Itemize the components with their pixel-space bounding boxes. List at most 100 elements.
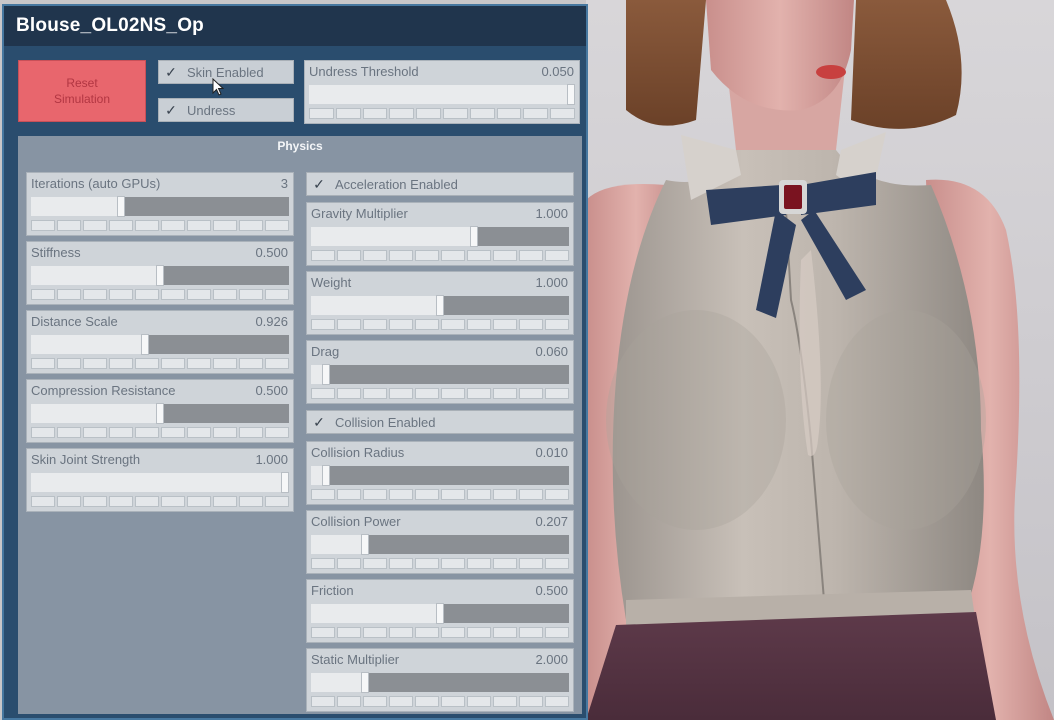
step-button[interactable] — [337, 319, 361, 330]
slider-drag[interactable]: Drag 0.060 — [306, 340, 574, 404]
step-button[interactable] — [363, 489, 387, 500]
slider-iterations-auto-gpus[interactable]: Iterations (auto GPUs) 3 — [26, 172, 294, 236]
step-button[interactable] — [83, 427, 107, 438]
step-button[interactable] — [57, 289, 81, 300]
step-button[interactable] — [311, 489, 335, 500]
step-button[interactable] — [363, 696, 387, 707]
step-button[interactable] — [519, 319, 543, 330]
step-button[interactable] — [57, 496, 81, 507]
slider-track[interactable] — [31, 265, 289, 286]
slider-weight[interactable]: Weight 1.000 — [306, 271, 574, 335]
step-button[interactable] — [493, 627, 517, 638]
step-button[interactable] — [519, 250, 543, 261]
step-button[interactable] — [441, 696, 465, 707]
step-button[interactable] — [550, 108, 575, 119]
step-button[interactable] — [523, 108, 549, 119]
step-button[interactable] — [545, 489, 569, 500]
step-button[interactable] — [109, 496, 133, 507]
step-button[interactable] — [363, 388, 387, 399]
step-button[interactable] — [467, 319, 491, 330]
slider-track[interactable] — [31, 334, 289, 355]
step-button[interactable] — [469, 108, 495, 119]
slider-handle[interactable] — [140, 334, 149, 355]
slider-handle[interactable] — [156, 265, 164, 286]
step-button[interactable] — [83, 358, 107, 369]
step-button[interactable] — [187, 358, 211, 369]
step-button[interactable] — [135, 496, 159, 507]
step-button[interactable] — [239, 289, 263, 300]
step-button[interactable] — [109, 358, 133, 369]
acceleration-enabled-toggle[interactable]: ✓ Acceleration Enabled — [306, 172, 574, 196]
slider-skin-joint-strength[interactable]: Skin Joint Strength 1.000 — [26, 448, 294, 512]
step-button[interactable] — [135, 220, 159, 231]
step-button[interactable] — [415, 627, 439, 638]
step-button[interactable] — [337, 388, 361, 399]
step-button[interactable] — [265, 496, 289, 507]
slider-track[interactable] — [31, 403, 289, 424]
step-button[interactable] — [389, 250, 413, 261]
step-button[interactable] — [415, 388, 439, 399]
step-button[interactable] — [493, 388, 517, 399]
step-button[interactable] — [187, 289, 211, 300]
slider-track[interactable] — [311, 226, 569, 247]
step-button[interactable] — [135, 289, 159, 300]
step-button[interactable] — [311, 558, 335, 569]
step-button[interactable] — [389, 388, 413, 399]
step-button[interactable] — [265, 289, 289, 300]
slider-distance-scale[interactable]: Distance Scale 0.926 — [26, 310, 294, 374]
slider-collision-radius[interactable]: Collision Radius 0.010 — [306, 441, 574, 505]
slider-track[interactable] — [311, 534, 569, 555]
slider-track[interactable] — [311, 465, 569, 486]
step-button[interactable] — [493, 319, 517, 330]
step-button[interactable] — [337, 558, 361, 569]
step-button[interactable] — [441, 250, 465, 261]
slider-compression-resistance[interactable]: Compression Resistance 0.500 — [26, 379, 294, 443]
step-button[interactable] — [545, 627, 569, 638]
step-button[interactable] — [363, 558, 387, 569]
step-button[interactable] — [415, 696, 439, 707]
step-button[interactable] — [389, 558, 413, 569]
step-button[interactable] — [213, 358, 237, 369]
step-button[interactable] — [467, 627, 491, 638]
step-button[interactable] — [467, 250, 491, 261]
step-button[interactable] — [545, 319, 569, 330]
slider-track[interactable] — [311, 364, 569, 385]
slider-friction[interactable]: Friction 0.500 — [306, 579, 574, 643]
undress-toggle[interactable]: ✓ Undress — [158, 98, 294, 122]
step-button[interactable] — [493, 250, 517, 261]
step-button[interactable] — [416, 108, 441, 119]
step-button[interactable] — [337, 489, 361, 500]
slider-handle[interactable] — [156, 403, 164, 424]
step-button[interactable] — [161, 358, 185, 369]
slider-handle[interactable] — [436, 603, 444, 624]
step-button[interactable] — [311, 388, 335, 399]
step-button[interactable] — [545, 696, 569, 707]
step-button[interactable] — [213, 220, 237, 231]
slider-collision-power[interactable]: Collision Power 0.207 — [306, 510, 574, 574]
step-button[interactable] — [415, 319, 439, 330]
step-button[interactable] — [31, 289, 55, 300]
step-button[interactable] — [363, 250, 387, 261]
undress-threshold-slider[interactable]: Undress Threshold 0.050 — [304, 60, 580, 124]
step-button[interactable] — [239, 358, 263, 369]
step-button[interactable] — [467, 696, 491, 707]
slider-handle[interactable] — [567, 84, 575, 105]
step-button[interactable] — [389, 489, 413, 500]
step-button[interactable] — [265, 220, 289, 231]
step-button[interactable] — [187, 220, 211, 231]
step-button[interactable] — [363, 319, 387, 330]
step-button[interactable] — [363, 627, 387, 638]
step-button[interactable] — [337, 696, 361, 707]
step-button[interactable] — [311, 627, 335, 638]
step-button[interactable] — [239, 427, 263, 438]
step-button[interactable] — [239, 220, 263, 231]
step-button[interactable] — [213, 496, 237, 507]
step-button[interactable] — [467, 558, 491, 569]
step-button[interactable] — [545, 388, 569, 399]
step-button[interactable] — [135, 427, 159, 438]
step-button[interactable] — [309, 108, 334, 119]
step-button[interactable] — [83, 496, 107, 507]
step-button[interactable] — [389, 696, 413, 707]
slider-static-multiplier[interactable]: Static Multiplier 2.000 — [306, 648, 574, 712]
slider-track[interactable] — [309, 84, 575, 105]
